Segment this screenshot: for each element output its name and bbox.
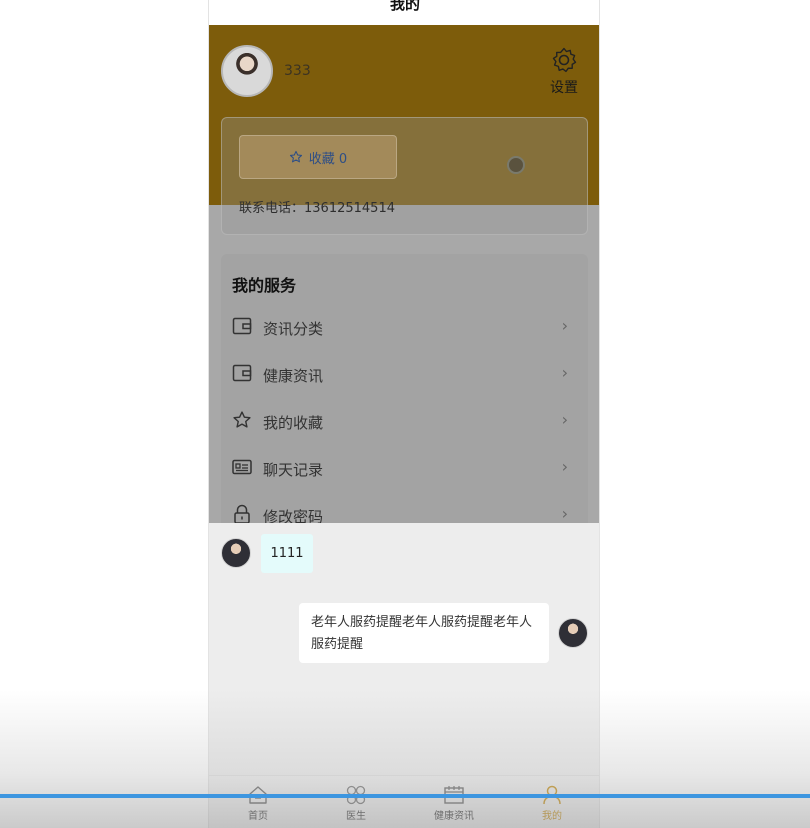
lock-icon (234, 504, 250, 524)
chat-panel: 1111 老年人服药提醒老年人服药提醒老年人服药提醒 (209, 523, 599, 775)
service-label: 健康资讯 (263, 367, 324, 385)
tab-doctor[interactable]: 医生 (307, 776, 405, 828)
services-card: 我的服务 资讯分类 › 健康资讯 › 我的收藏 › 聊天记录 › 修改密码 › (221, 254, 588, 544)
service-label: 我的收藏 (263, 414, 324, 432)
service-item-health-news[interactable]: 健康资讯 › (221, 355, 588, 395)
tab-bar: 首页 医生 健康资讯 我的 (209, 775, 599, 828)
services-title: 我的服务 (232, 276, 297, 295)
settings-button[interactable]: 设置 (546, 46, 582, 97)
avatar[interactable] (221, 45, 273, 97)
profile-card: 收藏 0 联系电话：13612514514 (221, 117, 588, 235)
favorites-button[interactable]: 收藏 0 (239, 135, 397, 179)
chevron-right-icon: › (561, 457, 568, 476)
star-icon (233, 411, 251, 428)
id-card-icon (232, 459, 252, 475)
nav-bar: 我的 (209, 0, 599, 25)
chevron-right-icon: › (561, 316, 568, 335)
status-dot (507, 156, 525, 174)
service-label: 聊天记录 (263, 461, 324, 479)
screen: 我的 333 设置 收藏 0 联系电话：13612514514 我的服务 资讯分… (0, 0, 810, 828)
contact-phone: 联系电话：13612514514 (239, 201, 395, 216)
service-item-news-category[interactable]: 资讯分类 › (221, 308, 588, 348)
wallet-icon (232, 317, 252, 335)
tab-label: 健康资讯 (434, 811, 474, 822)
tab-label: 我的 (542, 811, 562, 822)
chat-message-sent: 老年人服药提醒老年人服药提醒老年人服药提醒 (299, 603, 549, 663)
tab-label: 医生 (346, 811, 366, 822)
service-item-my-favorites[interactable]: 我的收藏 › (221, 402, 588, 442)
favorites-label: 收藏 0 (308, 151, 348, 167)
gear-icon (552, 47, 577, 73)
username: 333 (284, 63, 311, 79)
progress-line (0, 794, 810, 798)
page-title: 我的 (389, 0, 420, 13)
tab-mine[interactable]: 我的 (503, 776, 599, 828)
tab-home[interactable]: 首页 (209, 776, 307, 828)
phone-frame: 我的 333 设置 收藏 0 联系电话：13612514514 我的服务 资讯分… (208, 0, 600, 828)
chevron-right-icon: › (561, 504, 568, 523)
service-item-chat-history[interactable]: 聊天记录 › (221, 449, 588, 489)
service-label: 资讯分类 (263, 320, 324, 338)
chevron-right-icon: › (561, 410, 568, 429)
star-icon (289, 150, 302, 163)
avatar[interactable] (221, 538, 251, 568)
avatar[interactable] (558, 618, 588, 648)
settings-label: 设置 (550, 80, 578, 96)
chevron-right-icon: › (561, 363, 568, 382)
tab-health-news[interactable]: 健康资讯 (405, 776, 503, 828)
tab-label: 首页 (248, 811, 268, 822)
wallet-icon (232, 364, 252, 382)
chat-message-received: 1111 (261, 534, 313, 573)
